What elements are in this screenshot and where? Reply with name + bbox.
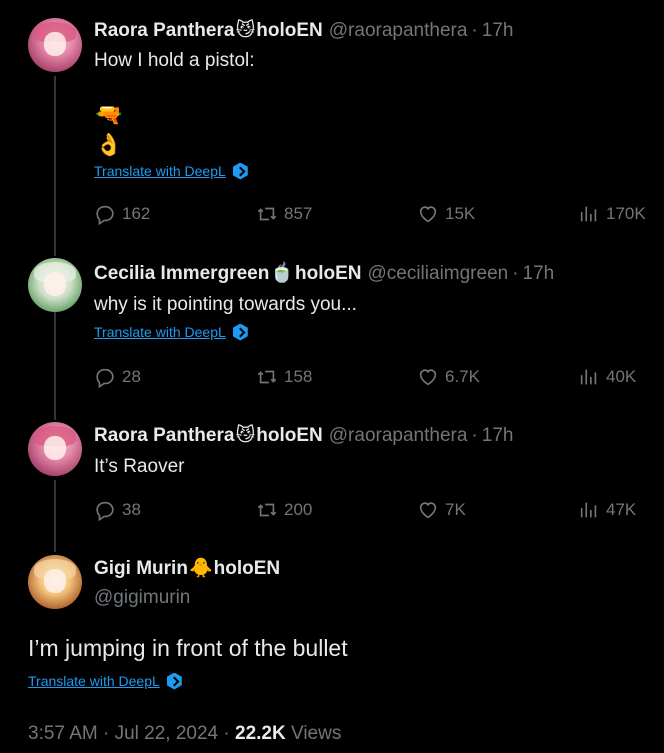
post-timestamp[interactable]: 3:57 AM · Jul 22, 2024 · xyxy=(28,723,230,744)
like-button[interactable]: 7K xyxy=(417,499,466,521)
avatar[interactable] xyxy=(28,555,82,609)
tweet-header: Gigi Murin 🐥 holoEN xyxy=(94,557,280,581)
separator-dot: · xyxy=(471,425,478,446)
reply-icon xyxy=(96,205,114,225)
repost-icon xyxy=(257,370,277,384)
cat-emoji: 😼 xyxy=(235,20,256,41)
views-icon xyxy=(580,206,597,222)
reply-icon xyxy=(96,368,114,388)
display-name-suffix[interactable]: holoEN xyxy=(256,424,323,448)
repost-count: 857 xyxy=(284,204,313,223)
thread-line xyxy=(54,298,56,420)
repost-button[interactable]: 857 xyxy=(256,203,312,225)
translate-label[interactable]: Translate with DeepL xyxy=(94,323,226,341)
reply-button[interactable]: 38 xyxy=(94,499,141,521)
views-count: 40K xyxy=(606,367,637,386)
action-bar: 38 200 7K 47K xyxy=(94,499,654,523)
user-handle[interactable]: @ceciliaimgreen xyxy=(367,262,508,286)
views-button[interactable]: 170K xyxy=(578,203,646,225)
user-handle[interactable]: @gigimurin xyxy=(94,586,190,610)
avatar[interactable] xyxy=(28,258,82,312)
deepl-icon xyxy=(232,323,248,341)
deepl-icon xyxy=(166,672,182,690)
tweet-header: Raora Panthera 😼 holoEN @raorapanthera ·… xyxy=(94,424,513,448)
action-bar: 162 857 15K 170K xyxy=(94,203,654,227)
repost-icon xyxy=(257,503,277,517)
repost-button[interactable]: 200 xyxy=(256,499,312,521)
repost-count: 158 xyxy=(284,367,313,386)
like-button[interactable]: 6.7K xyxy=(417,366,480,388)
tweet-meta: 3:57 AM · Jul 22, 2024 · 22.2K Views xyxy=(28,722,341,746)
display-name[interactable]: Raora Panthera xyxy=(94,19,234,43)
views-total: 22.2K xyxy=(235,723,286,744)
action-bar: 28 158 6.7K 40K xyxy=(94,366,654,390)
ok-hand-emoji: 👌 xyxy=(95,132,123,157)
thread-line xyxy=(54,480,56,552)
translate-label[interactable]: Translate with DeepL xyxy=(94,162,226,180)
translate-link[interactable]: Translate with DeepL xyxy=(94,323,248,341)
reply-count: 28 xyxy=(122,367,141,386)
display-name-suffix[interactable]: holoEN xyxy=(295,262,362,286)
tweet-text: It’s Raover xyxy=(94,456,185,477)
heart-icon xyxy=(419,502,437,519)
handle-row: @gigimurin xyxy=(94,586,190,610)
repost-button[interactable]: 158 xyxy=(256,366,312,388)
tea-emoji: 🍵 xyxy=(270,263,294,284)
display-name[interactable]: Gigi Murin xyxy=(94,557,188,581)
avatar[interactable] xyxy=(28,18,82,72)
conversation-thread: Raora Panthera 😼 holoEN @raorapanthera ·… xyxy=(0,0,664,753)
reply-button[interactable]: 28 xyxy=(94,366,141,388)
timestamp[interactable]: 17h xyxy=(523,262,555,286)
like-button[interactable]: 15K xyxy=(417,203,475,225)
display-name-suffix[interactable]: holoEN xyxy=(214,557,281,581)
reply-count: 38 xyxy=(122,500,141,519)
views-button[interactable]: 40K xyxy=(578,366,636,388)
cat-emoji: 😼 xyxy=(235,425,256,446)
user-handle[interactable]: @raorapanthera xyxy=(329,424,468,448)
views-count: 170K xyxy=(606,204,646,223)
repost-icon xyxy=(257,207,277,221)
views-count: 47K xyxy=(606,500,637,519)
deepl-icon xyxy=(232,162,248,180)
views-button[interactable]: 47K xyxy=(578,499,636,521)
heart-icon xyxy=(419,206,437,223)
reply-count: 162 xyxy=(122,204,151,223)
timestamp[interactable]: 17h xyxy=(482,19,514,43)
tweet-text: I’m jumping in front of the bullet xyxy=(28,635,348,661)
pistol-emoji: 🔫 xyxy=(95,102,123,127)
like-count: 15K xyxy=(445,204,476,223)
like-count: 6.7K xyxy=(445,367,480,386)
chick-emoji: 🐥 xyxy=(188,558,213,579)
emoji-stack: 🔫 👌 xyxy=(95,100,122,160)
tweet-header: Cecilia Immergreen 🍵 holoEN @ceciliaimgr… xyxy=(94,262,554,286)
timestamp[interactable]: 17h xyxy=(482,424,514,448)
tweet-header: Raora Panthera 😼 holoEN @raorapanthera ·… xyxy=(94,19,513,43)
reply-icon xyxy=(96,501,114,521)
translate-link[interactable]: Translate with DeepL xyxy=(94,162,248,180)
views-label: Views xyxy=(291,723,342,744)
views-icon xyxy=(580,502,597,518)
display-name[interactable]: Cecilia Immergreen xyxy=(94,262,269,286)
display-name[interactable]: Raora Panthera xyxy=(94,424,234,448)
separator-dot: · xyxy=(471,20,478,41)
translate-link[interactable]: Translate with DeepL xyxy=(28,672,182,690)
user-handle[interactable]: @raorapanthera xyxy=(329,19,468,43)
display-name-suffix[interactable]: holoEN xyxy=(256,19,323,43)
repost-count: 200 xyxy=(284,500,313,519)
like-count: 7K xyxy=(445,500,466,519)
reply-button[interactable]: 162 xyxy=(94,203,150,225)
avatar[interactable] xyxy=(28,422,82,476)
separator-dot: · xyxy=(512,263,519,284)
translate-label[interactable]: Translate with DeepL xyxy=(28,672,160,690)
tweet-text: why is it pointing towards you... xyxy=(94,294,357,315)
views-icon xyxy=(580,369,597,385)
heart-icon xyxy=(419,369,437,386)
thread-line xyxy=(54,76,56,256)
tweet-text: How I hold a pistol: xyxy=(94,50,255,71)
